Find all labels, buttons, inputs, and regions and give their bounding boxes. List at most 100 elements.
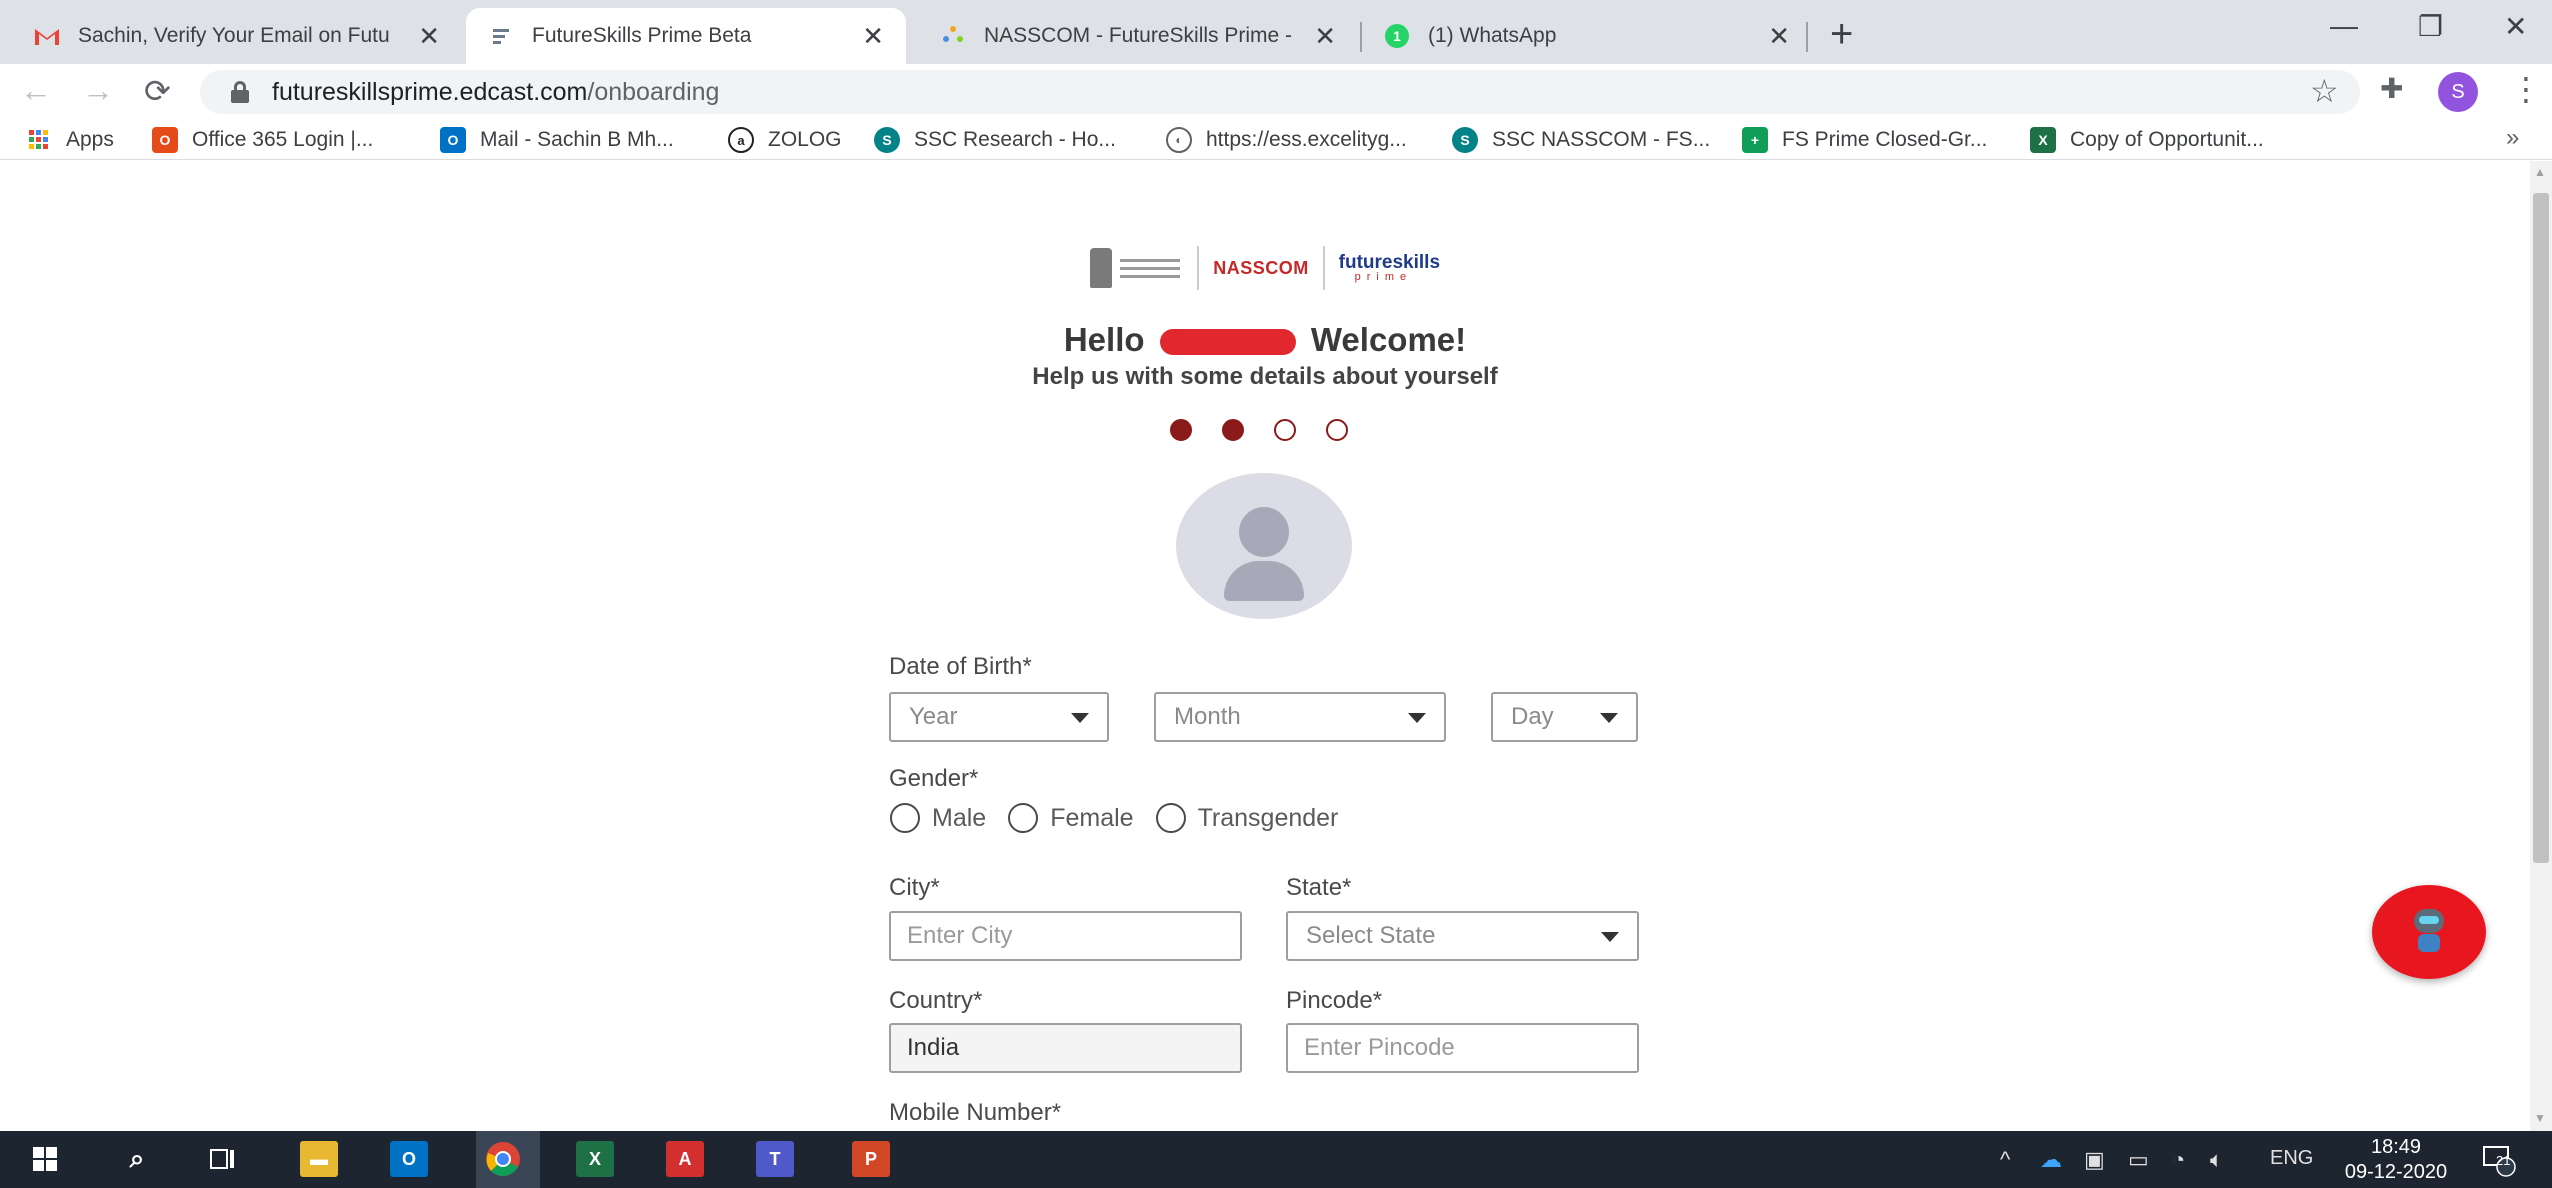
bookmarks-overflow-icon[interactable]: » — [2506, 124, 2519, 152]
bookmarks-bar: Apps O Office 365 Login |... O Mail - Sa… — [0, 120, 2552, 160]
chrome-icon[interactable] — [484, 1141, 522, 1177]
scrollbar-thumb[interactable] — [2533, 193, 2549, 863]
battery-icon[interactable]: ▭ — [2128, 1147, 2149, 1173]
close-window-button[interactable]: ✕ — [2504, 10, 2527, 43]
tab-title: (1) WhatsApp — [1428, 24, 1557, 47]
sharepoint-icon: S — [874, 127, 900, 153]
step-dot-completed — [1222, 419, 1244, 441]
pincode-input[interactable] — [1286, 1023, 1639, 1073]
restore-button[interactable]: ❐ — [2418, 10, 2443, 43]
bookmark-office365[interactable]: O Office 365 Login |... — [152, 124, 373, 156]
tray-chevron-icon[interactable]: ^ — [2000, 1147, 2010, 1173]
minimize-button[interactable]: — — [2330, 10, 2358, 42]
lock-icon[interactable] — [230, 81, 250, 103]
greeting-suffix: Welcome! — [1310, 321, 1467, 358]
gender-option-transgender[interactable]: Transgender — [1155, 803, 1338, 833]
bookmark-ssc-research[interactable]: S SSC Research - Ho... — [874, 124, 1116, 156]
extensions-icon[interactable]: ✚ — [2380, 72, 2403, 105]
outlook-icon: O — [440, 127, 466, 153]
bookmark-apps[interactable]: Apps — [26, 124, 114, 156]
bookmark-zolog[interactable]: a ZOLOG — [728, 124, 842, 156]
bookmark-label: Apps — [66, 128, 114, 151]
tab-futureskills[interactable]: FutureSkills Prime Beta ✕ — [466, 8, 906, 64]
acrobat-icon[interactable]: A — [666, 1141, 704, 1177]
language-indicator[interactable]: ENG — [2270, 1147, 2313, 1170]
tab-whatsapp[interactable]: 1 (1) WhatsApp ✕ — [1362, 8, 1812, 64]
task-view-icon[interactable] — [204, 1141, 242, 1177]
menu-kebab-icon[interactable]: ⋮ — [2510, 70, 2542, 108]
nasscom-icon — [940, 23, 966, 49]
futureskills-icon — [488, 23, 514, 49]
gender-option-male[interactable]: Male — [890, 803, 986, 833]
bookmark-copy-opportunity[interactable]: X Copy of Opportunit... — [2030, 124, 2264, 156]
dob-label: Date of Birth* — [889, 653, 1032, 680]
bookmark-label: https://ess.excelityg... — [1206, 128, 1407, 151]
gender-label: Gender* — [889, 765, 979, 792]
sharepoint-icon: S — [1452, 127, 1478, 153]
radio-button[interactable] — [1008, 803, 1039, 833]
onboarding-page: NASSCOM futureskills prime Hello Welcome… — [0, 161, 2530, 1131]
bookmark-excelity[interactable]: ◐ https://ess.excelityg... — [1166, 124, 1407, 156]
search-icon[interactable]: ⌕ — [118, 1141, 156, 1177]
clock-time: 18:49 — [2370, 1136, 2422, 1158]
system-clock[interactable]: 18:49 09-12-2020 — [2336, 1135, 2456, 1185]
back-arrow-icon[interactable]: ← — [20, 72, 52, 109]
caret-down-icon — [1408, 713, 1426, 723]
state-select[interactable]: Select State — [1286, 911, 1639, 961]
windows-start-icon[interactable] — [26, 1141, 64, 1177]
tab-close-icon[interactable]: ✕ — [862, 21, 884, 52]
file-explorer-icon[interactable]: ▬ — [300, 1141, 338, 1177]
country-input[interactable] — [889, 1023, 1242, 1073]
bookmark-label: SSC Research - Ho... — [914, 128, 1116, 151]
chatbot-button[interactable] — [2372, 885, 2486, 979]
tab-nasscom[interactable]: NASSCOM - FutureSkills Prime - ✕ — [918, 8, 1358, 64]
profile-avatar[interactable]: S — [2438, 72, 2478, 112]
partner-logos: NASSCOM futureskills prime — [1090, 243, 1440, 293]
new-tab-button[interactable]: + — [1830, 14, 1853, 54]
city-label: City* — [889, 874, 940, 901]
wifi-icon[interactable]: ◔ — [2172, 1147, 2185, 1173]
scroll-down-arrow-icon[interactable]: ▼ — [2534, 1111, 2546, 1125]
country-label: Country* — [889, 987, 983, 1014]
volume-icon[interactable]: 🔈︎ — [2210, 1147, 2223, 1173]
dob-day-select[interactable]: Day — [1491, 692, 1638, 742]
dob-month-select[interactable]: Month — [1154, 692, 1446, 742]
dob-year-select[interactable]: Year — [889, 692, 1109, 742]
bookmark-fs-prime-closed[interactable]: + FS Prime Closed-Gr... — [1742, 124, 1987, 156]
bookmark-star-icon[interactable]: ☆ — [2310, 72, 2339, 110]
bookmark-ssc-nasscom[interactable]: S SSC NASSCOM - FS... — [1452, 124, 1710, 156]
gender-option-female[interactable]: Female — [1008, 803, 1134, 833]
bookmark-label: Mail - Sachin B Mh... — [480, 128, 674, 151]
step-dot-pending — [1274, 419, 1296, 441]
scroll-up-arrow-icon[interactable]: ▲ — [2534, 165, 2546, 179]
logo-divider — [1322, 246, 1325, 290]
profile-photo-upload[interactable] — [1176, 473, 1352, 619]
state-label: State* — [1286, 874, 1352, 901]
excel-taskbar-icon[interactable]: X — [576, 1141, 614, 1177]
address-bar[interactable]: futureskillsprime.edcast.com/onboarding — [200, 70, 2360, 114]
caret-down-icon — [1600, 713, 1618, 723]
teams-icon[interactable]: T — [756, 1141, 794, 1177]
reload-icon[interactable]: ⟳ — [144, 72, 171, 110]
government-emblem-logo — [1090, 246, 1183, 290]
tab-close-icon[interactable]: ✕ — [418, 21, 440, 52]
tab-gmail[interactable]: Sachin, Verify Your Email on Futu ✕ — [12, 8, 462, 64]
radio-button[interactable] — [890, 803, 920, 833]
excel-icon: X — [2030, 127, 2056, 153]
tray-app-icon[interactable]: ▣ — [2084, 1147, 2105, 1173]
notification-center-icon[interactable]: 21 — [2480, 1141, 2516, 1183]
clock-date: 09-12-2020 — [2344, 1161, 2448, 1183]
forward-arrow-icon[interactable]: → — [82, 72, 114, 109]
tab-close-icon[interactable]: ✕ — [1768, 21, 1790, 52]
url-text: futureskillsprime.edcast.com/onboarding — [272, 77, 720, 106]
page-scrollbar[interactable]: ▲ ▼ — [2530, 161, 2552, 1131]
radio-button[interactable] — [1155, 803, 1186, 833]
outlook-taskbar-icon[interactable]: O — [390, 1141, 428, 1177]
city-input[interactable] — [889, 911, 1242, 961]
powerpoint-icon[interactable]: P — [852, 1141, 890, 1177]
bookmark-label: Copy of Opportunit... — [2070, 128, 2264, 151]
bookmark-mail[interactable]: O Mail - Sachin B Mh... — [440, 124, 674, 156]
notification-count-badge: 21 — [2496, 1153, 2511, 1168]
onedrive-icon[interactable]: ☁ — [2040, 1147, 2062, 1173]
tab-close-icon[interactable]: ✕ — [1314, 21, 1336, 52]
